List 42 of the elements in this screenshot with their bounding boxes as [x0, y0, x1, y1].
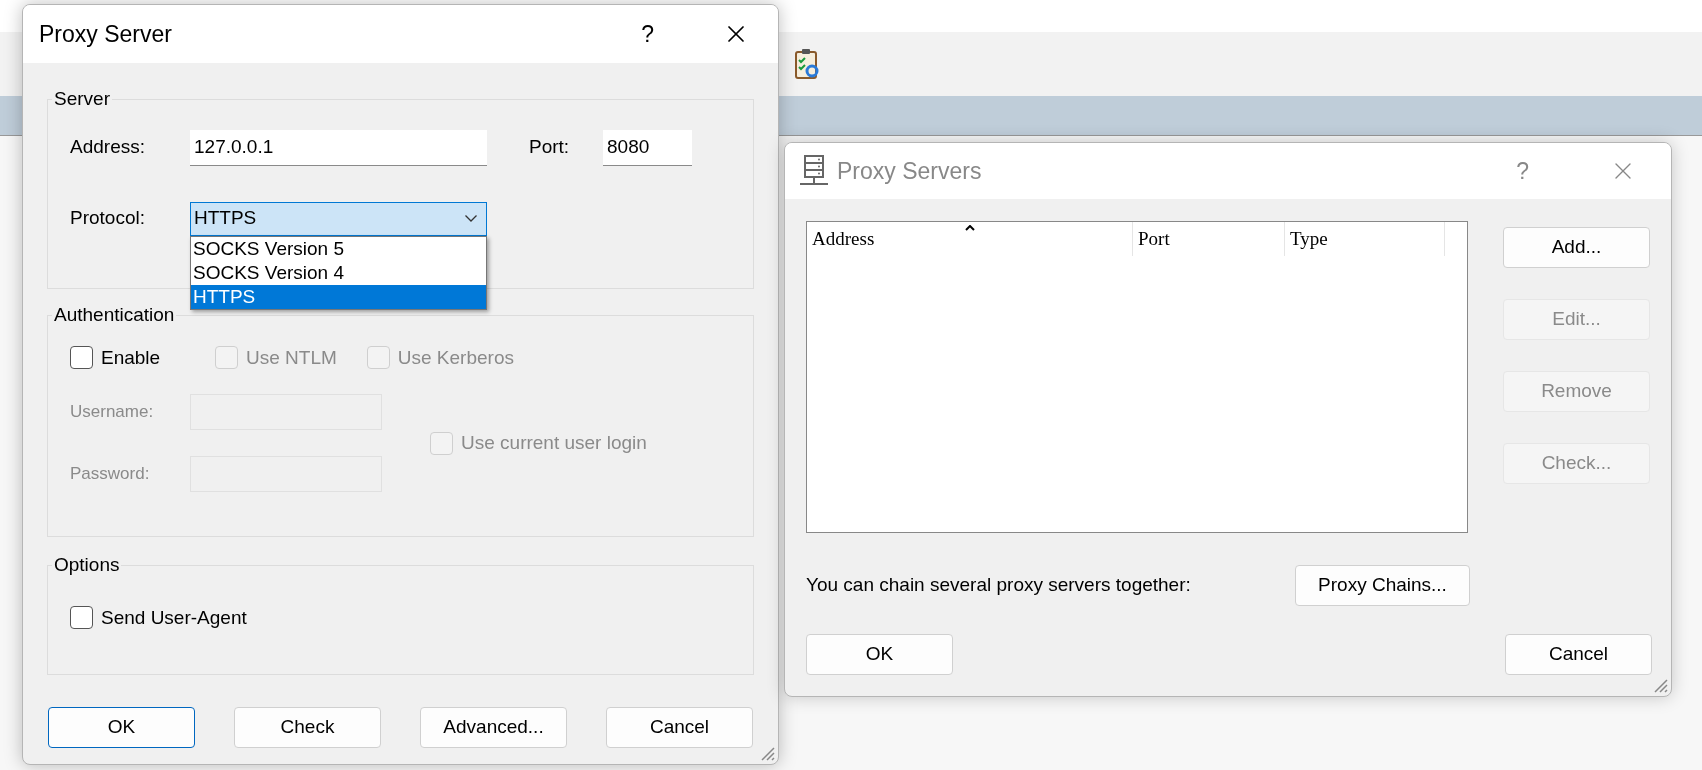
help-button[interactable]: ?	[1516, 153, 1529, 189]
dialog-button[interactable]: Check	[234, 707, 381, 748]
proxy-chains-button[interactable]: Proxy Chains...	[1295, 565, 1470, 606]
clipboard-check-icon[interactable]	[794, 48, 820, 80]
column-header[interactable]: Address	[807, 222, 1133, 256]
checkbox-label: Use NTLM	[246, 345, 337, 370]
dropdown-option[interactable]: SOCKS Version 5	[191, 236, 486, 261]
dialog-button[interactable]: OK	[48, 707, 195, 748]
dialog-button[interactable]: Advanced...	[420, 707, 567, 748]
field-label: Protocol:	[70, 206, 146, 231]
column-header[interactable]: Type	[1285, 222, 1445, 256]
port-field[interactable]: 8080	[603, 129, 692, 166]
server-icon	[799, 154, 829, 188]
group-title: Server	[53, 87, 111, 111]
dropdown-option[interactable]: HTTPS	[191, 284, 486, 309]
dialog-button[interactable]: Cancel	[1505, 634, 1652, 675]
window-title: Proxy Servers	[837, 156, 983, 186]
dialog-button[interactable]: OK	[806, 634, 953, 675]
chain-hint: You can chain several proxy servers together:	[806, 573, 1191, 598]
field-label: Port:	[529, 135, 571, 160]
dialog-button[interactable]: Add...	[1503, 227, 1650, 268]
resize-grip-icon[interactable]	[759, 745, 775, 761]
address-field[interactable]: 127.0.0.1	[190, 129, 487, 166]
field-label: Password:	[70, 463, 151, 486]
window-title: Proxy Server	[39, 19, 173, 49]
checkbox-label: Use Kerberos	[397, 345, 514, 370]
chevron-down-icon	[465, 215, 477, 222]
group-title: Authentication	[53, 303, 176, 327]
resize-grip-icon[interactable]	[1652, 677, 1668, 693]
field-label: Username:	[70, 401, 155, 424]
column-header[interactable]: Port	[1133, 222, 1285, 256]
checkbox-label: Use current user login	[461, 430, 647, 455]
checkbox[interactable]	[70, 346, 93, 370]
checkbox-label: Enable	[101, 345, 161, 370]
help-button[interactable]: ?	[641, 16, 654, 52]
checkbox[interactable]	[70, 606, 93, 630]
group-title: Options	[53, 553, 121, 577]
field-label: Address:	[70, 135, 146, 160]
dropdown-option[interactable]: SOCKS Version 4	[191, 260, 486, 285]
dialog-button[interactable]: Cancel	[606, 707, 753, 748]
protocol-dropdown[interactable]: HTTPS	[190, 201, 487, 236]
checkbox-label: Send User-Agent	[101, 605, 247, 630]
